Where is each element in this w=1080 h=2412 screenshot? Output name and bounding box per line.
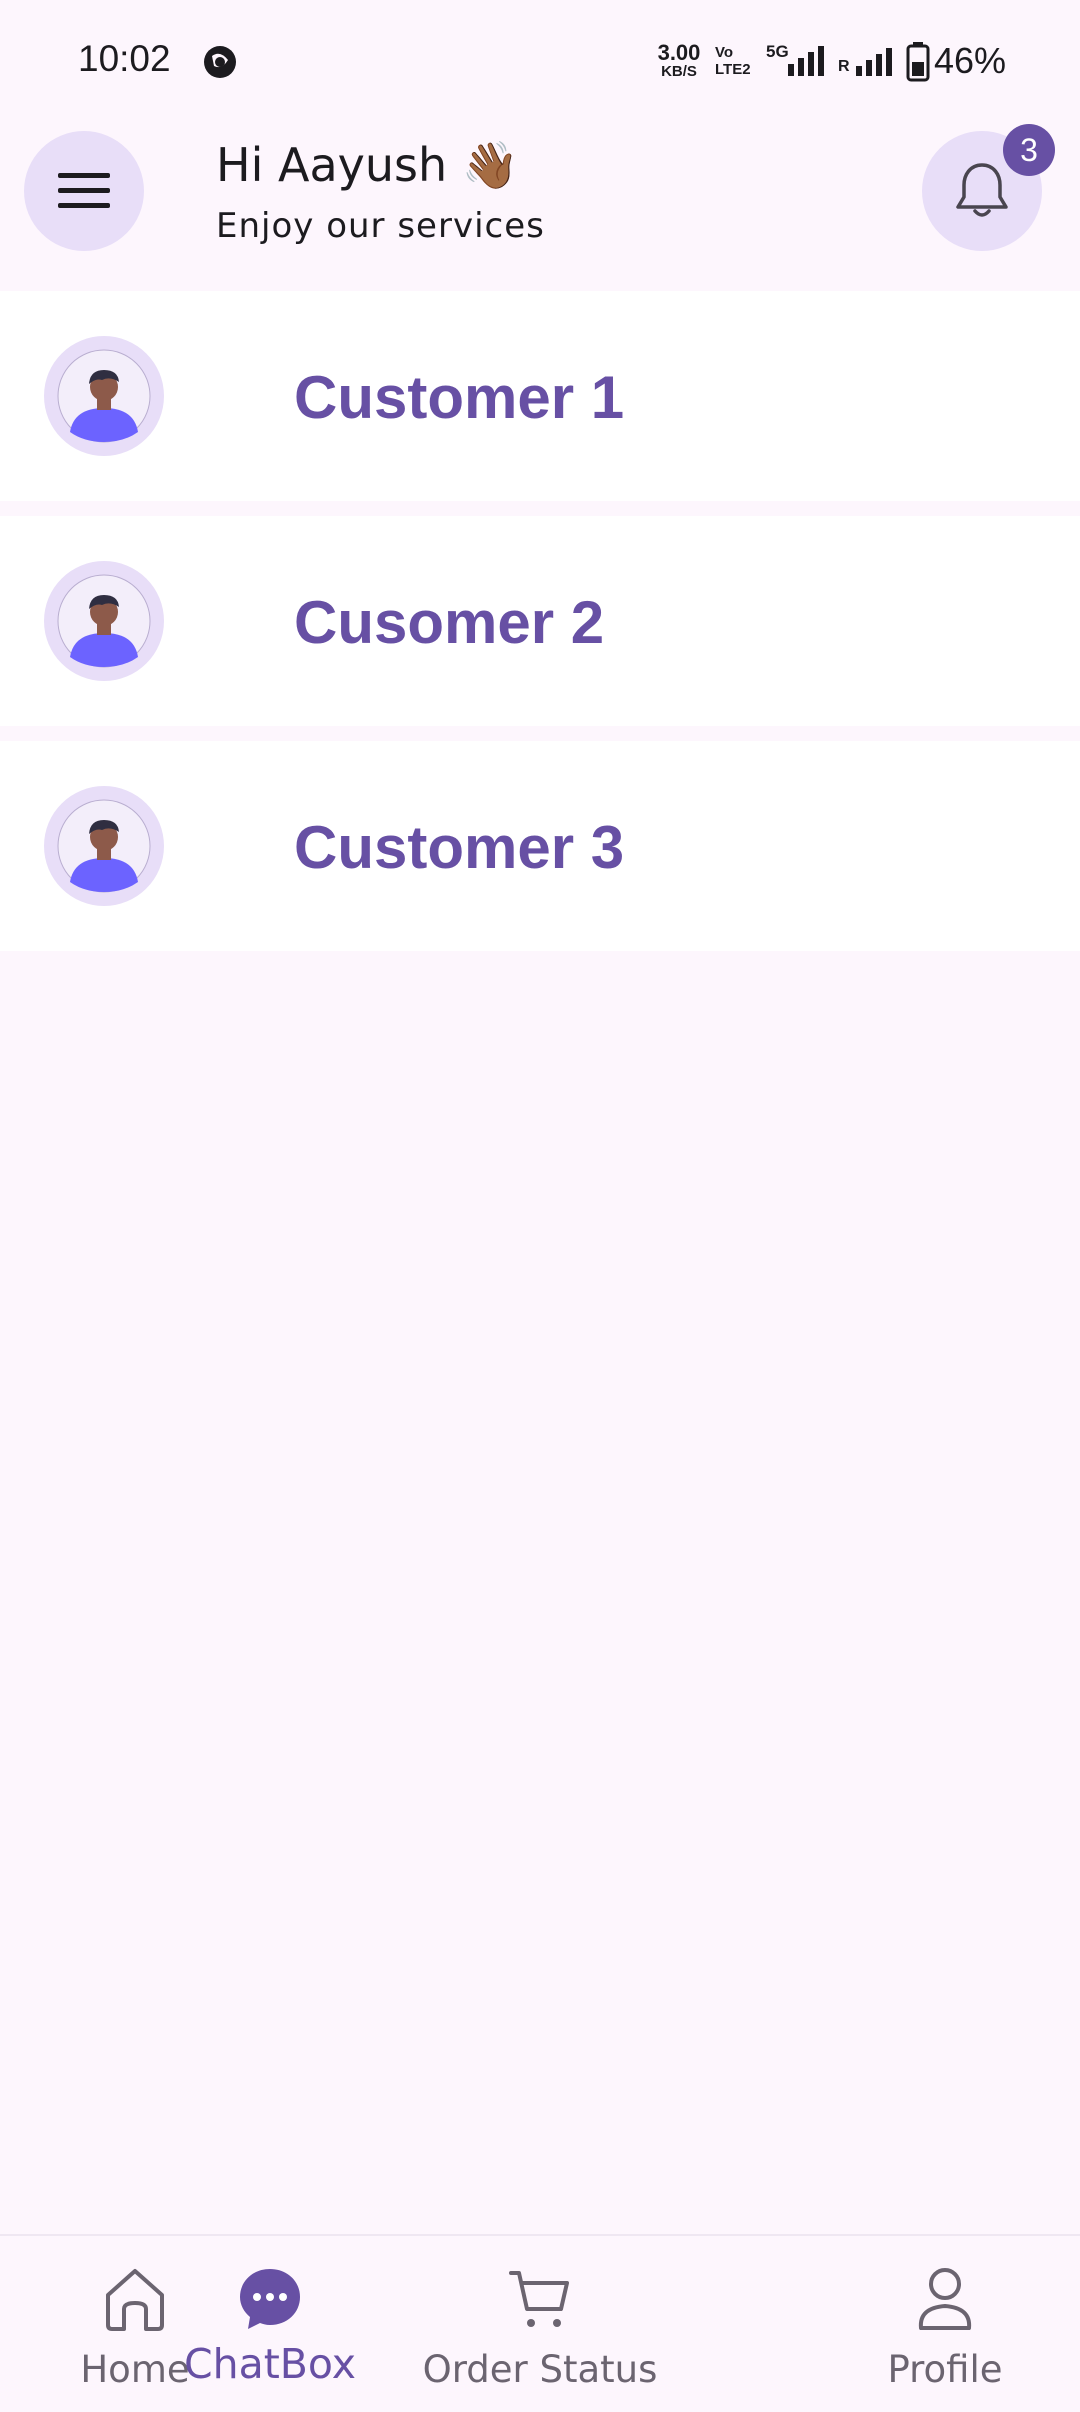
volte-indicator: Vo LTE2 <box>715 44 755 78</box>
cart-icon <box>509 2271 569 2327</box>
signal-icon <box>788 46 824 76</box>
status-bar: 10:02 3.00 KB/S Vo LTE2 5G R 46% <box>0 0 1080 125</box>
bell-icon <box>956 163 1008 217</box>
net-speed: 3.00 KB/S <box>652 40 706 80</box>
avatar <box>44 336 164 456</box>
menu-button[interactable] <box>24 131 144 251</box>
app-notification-icon <box>204 46 236 78</box>
notification-badge: 3 <box>1003 124 1055 176</box>
person-avatar-icon <box>57 574 151 668</box>
chat-icon <box>240 2269 300 2329</box>
bottom-navigation: Home ChatBox Order Status Profile <box>0 2234 1080 2412</box>
greeting-subtitle: Enjoy our services <box>216 206 545 246</box>
net-speed-value: 3.00 <box>657 40 701 65</box>
greeting-title: Hi Aayush 👋🏾 <box>216 138 520 192</box>
customer-row[interactable]: Cusomer 2 <box>0 516 1080 726</box>
signal-icon-2 <box>856 48 892 76</box>
person-icon <box>918 2268 972 2330</box>
nav-order-status-label: Order Status <box>422 2348 658 2391</box>
nav-chatbox[interactable]: ChatBox <box>135 2236 405 2412</box>
hamburger-icon <box>58 173 110 208</box>
battery-percent: 46% <box>934 40 1007 81</box>
person-avatar-icon <box>57 349 151 443</box>
avatar <box>44 786 164 906</box>
customer-name: Customer 1 <box>294 364 625 431</box>
net-speed-unit: KB/S <box>661 63 697 80</box>
roaming-indicator: R <box>838 58 850 75</box>
screen: 10:02 3.00 KB/S Vo LTE2 5G R 46% Hi Aayu… <box>0 0 1080 2412</box>
volte-bottom: LTE2 <box>715 61 751 78</box>
nav-chatbox-label: ChatBox <box>183 2340 357 2388</box>
nav-profile[interactable]: Profile <box>810 2236 1080 2412</box>
customer-name: Cusomer 2 <box>294 589 605 656</box>
nav-order-status[interactable]: Order Status <box>405 2236 675 2412</box>
person-avatar-icon <box>57 799 151 893</box>
status-time: 10:02 <box>78 38 171 79</box>
volte-top: Vo <box>715 44 734 61</box>
customer-row[interactable]: Customer 1 <box>0 291 1080 501</box>
nav-profile-label: Profile <box>887 2348 1003 2391</box>
avatar <box>44 561 164 681</box>
battery-icon <box>906 42 930 82</box>
customer-row[interactable]: Customer 3 <box>0 741 1080 951</box>
customer-name: Customer 3 <box>294 814 625 881</box>
